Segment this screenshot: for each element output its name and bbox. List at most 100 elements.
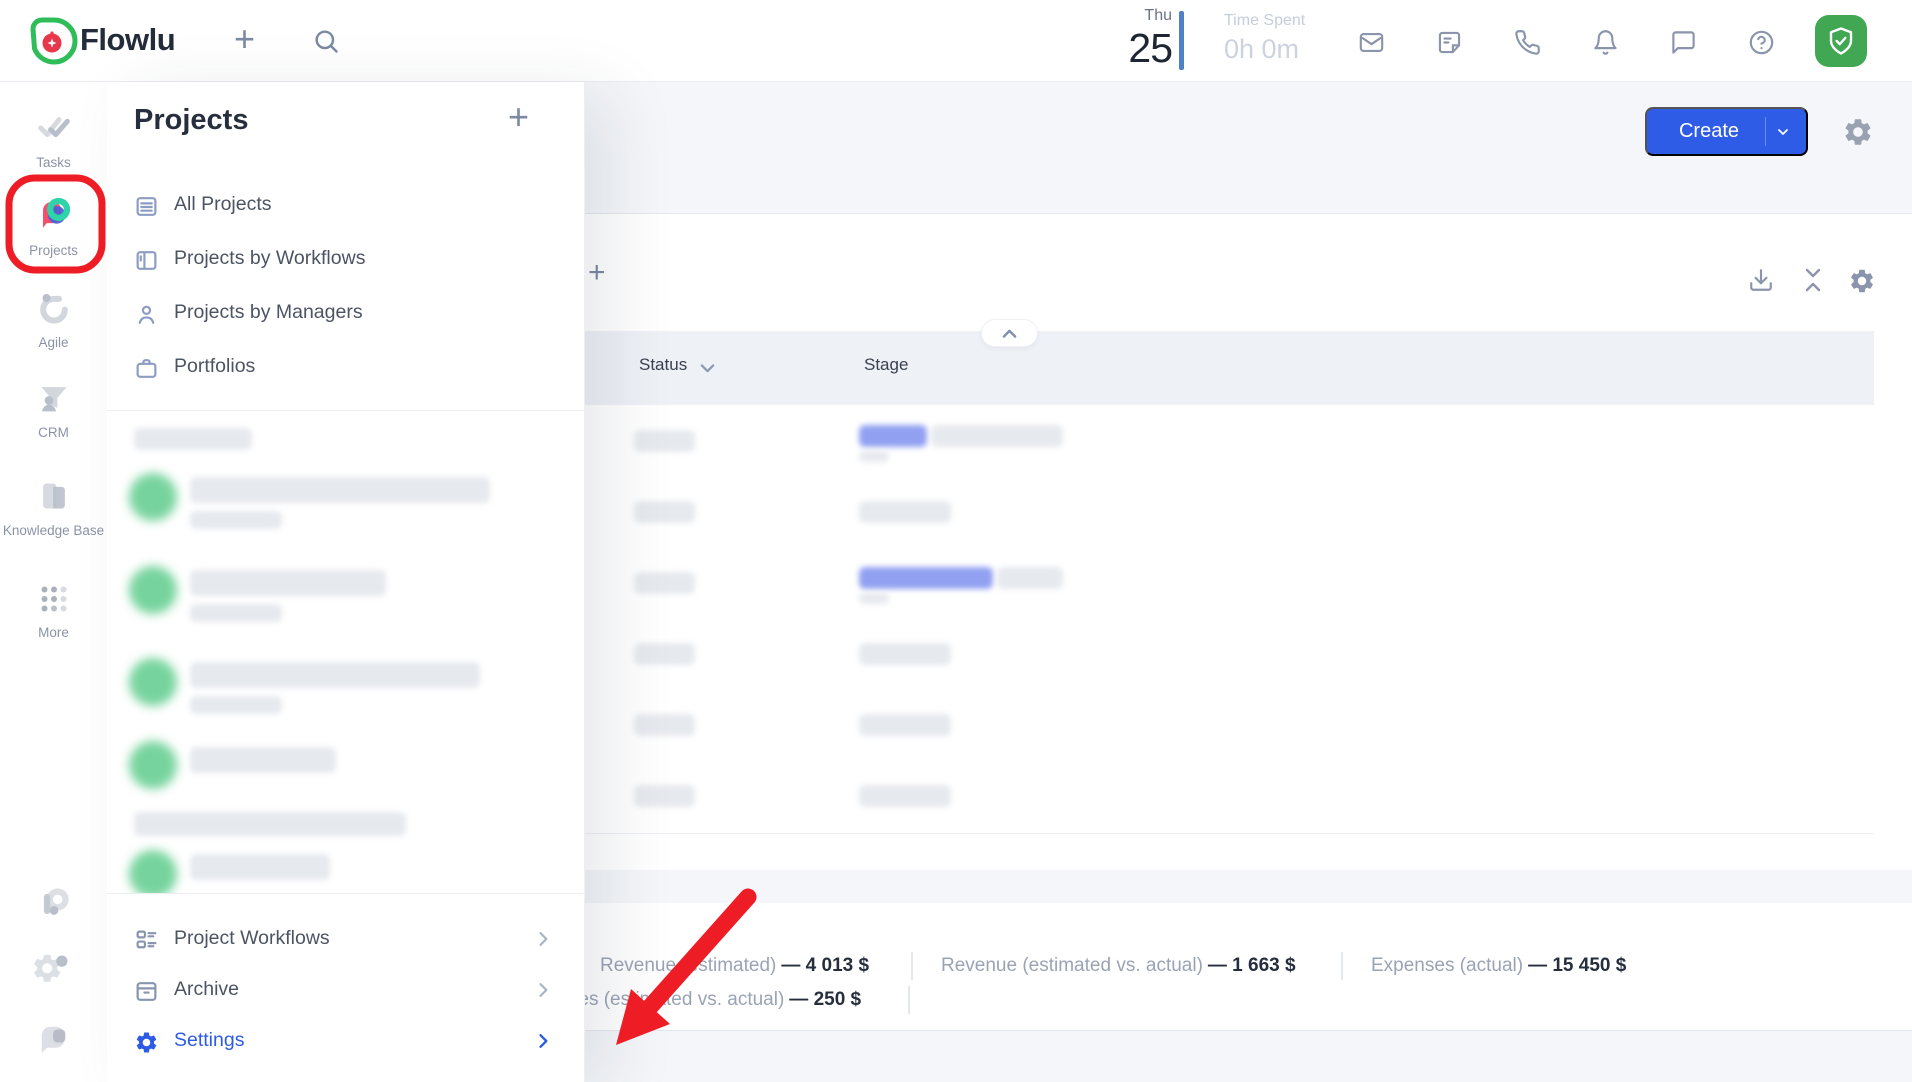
redacted-project-title xyxy=(190,747,336,773)
rail-item-projects[interactable]: Projects xyxy=(0,192,107,261)
rail-item-label: Tasks xyxy=(0,153,107,173)
add-tab-plus-icon[interactable]: + xyxy=(588,258,606,288)
stat-expenses-actual: Expenses (actual)— 15 450 $ xyxy=(1371,955,1626,977)
stat-separator xyxy=(1341,952,1343,980)
column-header-stage[interactable]: Stage xyxy=(864,355,908,375)
add-project-plus-icon[interactable]: + xyxy=(508,96,529,138)
chevron-down-icon[interactable] xyxy=(1766,124,1800,140)
person-icon xyxy=(134,302,159,327)
panel-divider xyxy=(107,410,584,411)
archive-icon xyxy=(134,979,159,1004)
bell-icon[interactable] xyxy=(1592,29,1619,56)
flyout-item-portfolios[interactable]: Portfolios xyxy=(107,341,584,395)
projects-flyout-panel: Projects + All Projects Projects by Work… xyxy=(107,82,585,1082)
global-add-plus-icon[interactable]: + xyxy=(234,17,255,61)
module-rail: Tasks Projects Agile CRM xyxy=(0,82,108,1082)
time-spent-widget[interactable]: Time Spent 0h 0m xyxy=(1224,11,1305,67)
rail-item-feedback[interactable] xyxy=(0,1018,107,1065)
flyout-item-projects-by-workflows[interactable]: Projects by Workflows xyxy=(107,233,584,287)
flyout-item-label: Portfolios xyxy=(174,355,255,378)
phone-icon[interactable] xyxy=(1514,29,1541,56)
board-icon xyxy=(134,248,159,273)
rail-item-crm[interactable]: CRM xyxy=(0,378,107,443)
help-icon[interactable] xyxy=(1748,29,1775,56)
search-icon[interactable] xyxy=(312,27,340,55)
time-spent-label: Time Spent xyxy=(1224,11,1305,31)
collapse-header-pill-button[interactable] xyxy=(981,319,1038,347)
knowledge-book-icon xyxy=(34,476,74,516)
panel-title: Projects xyxy=(134,104,248,137)
notes-icon[interactable] xyxy=(1436,29,1463,56)
mail-icon[interactable] xyxy=(1358,29,1385,56)
stat-value: — 15 450 $ xyxy=(1528,955,1626,976)
stat-separator xyxy=(908,986,910,1014)
redacted-stage-text xyxy=(997,567,1063,589)
export-download-icon[interactable] xyxy=(1748,267,1774,293)
redacted-status xyxy=(634,430,695,452)
security-check-badge[interactable] xyxy=(1815,15,1867,67)
create-button[interactable]: Create xyxy=(1645,107,1808,156)
collapse-rows-icon[interactable] xyxy=(1801,267,1825,293)
gear-icon xyxy=(134,1030,159,1055)
rail-item-setup[interactable] xyxy=(0,948,107,995)
redacted-status xyxy=(634,643,695,665)
rail-item-label: Knowledge Base xyxy=(0,521,107,541)
flyout-item-archive[interactable]: Archive xyxy=(107,964,584,1018)
flyout-item-settings[interactable]: Settings xyxy=(107,1015,584,1069)
redacted-stage-text xyxy=(859,714,951,736)
project-avatar xyxy=(129,566,177,614)
flowlu-logo-icon[interactable] xyxy=(30,17,78,65)
rail-item-partner[interactable] xyxy=(0,882,107,931)
create-button-label: Create xyxy=(1653,120,1765,143)
stat-revenue-est-vs-actual: Revenue (estimated vs. actual)— 1 663 $ xyxy=(941,955,1296,977)
feedback-bubble-icon xyxy=(33,1018,75,1060)
column-header-status[interactable]: Status xyxy=(639,355,687,375)
flyout-item-project-workflows[interactable]: Project Workflows xyxy=(107,913,584,967)
day-number: 25 xyxy=(1108,26,1172,70)
flyout-item-label: Projects by Workflows xyxy=(174,247,365,270)
top-bar: Flowlu + Thu 25 Time Spent 0h 0m xyxy=(0,0,1912,82)
day-of-week: Thu xyxy=(1108,6,1172,26)
page-settings-gear-icon[interactable] xyxy=(1842,116,1874,148)
redacted-section-header xyxy=(134,812,406,836)
chevron-right-icon xyxy=(533,929,553,949)
stat-value: — 4 013 $ xyxy=(781,955,869,976)
projects-color-icon xyxy=(32,192,76,236)
partner-program-icon xyxy=(32,882,76,926)
chevron-right-icon xyxy=(533,1031,553,1051)
flyout-item-label: Projects by Managers xyxy=(174,301,363,324)
workflow-icon xyxy=(134,928,159,953)
flowlu-app: Create + Status Stage xyxy=(0,0,1912,1082)
crm-funnel-icon xyxy=(34,378,74,418)
redacted-stage-link xyxy=(859,425,927,447)
chevron-right-icon xyxy=(533,980,553,1000)
rail-item-knowledge-base[interactable]: Knowledge Base xyxy=(0,476,107,541)
rail-item-agile[interactable]: Agile xyxy=(0,288,107,353)
agile-swirl-icon xyxy=(34,288,74,328)
redacted-stage-text xyxy=(859,501,951,523)
table-settings-gear-icon[interactable] xyxy=(1848,267,1876,295)
flyout-item-label: All Projects xyxy=(174,193,272,216)
sort-chevron-down-icon[interactable] xyxy=(699,363,716,375)
flyout-item-projects-by-managers[interactable]: Projects by Managers xyxy=(107,287,584,341)
redacted-project-title xyxy=(190,570,386,596)
redacted-status xyxy=(634,785,695,807)
redacted-project-title xyxy=(190,854,330,880)
project-avatar xyxy=(129,741,177,789)
redacted-stage-text xyxy=(859,643,951,665)
project-avatar xyxy=(129,473,177,521)
more-grid-icon xyxy=(35,580,73,618)
rail-item-tasks[interactable]: Tasks xyxy=(0,108,107,173)
calendar-date-widget[interactable]: Thu 25 xyxy=(1108,6,1172,70)
setup-gear-icon xyxy=(33,948,75,990)
list-icon xyxy=(134,194,159,219)
chat-icon[interactable] xyxy=(1670,29,1697,56)
rail-item-label: Agile xyxy=(0,333,107,353)
flyout-item-all-projects[interactable]: All Projects xyxy=(107,179,584,233)
redacted-status xyxy=(634,714,695,736)
flyout-item-label: Settings xyxy=(174,1029,244,1052)
rail-item-more[interactable]: More xyxy=(0,580,107,643)
flyout-item-label: Project Workflows xyxy=(174,927,330,950)
redacted-project-subtitle xyxy=(190,604,282,622)
project-avatar xyxy=(129,658,177,706)
